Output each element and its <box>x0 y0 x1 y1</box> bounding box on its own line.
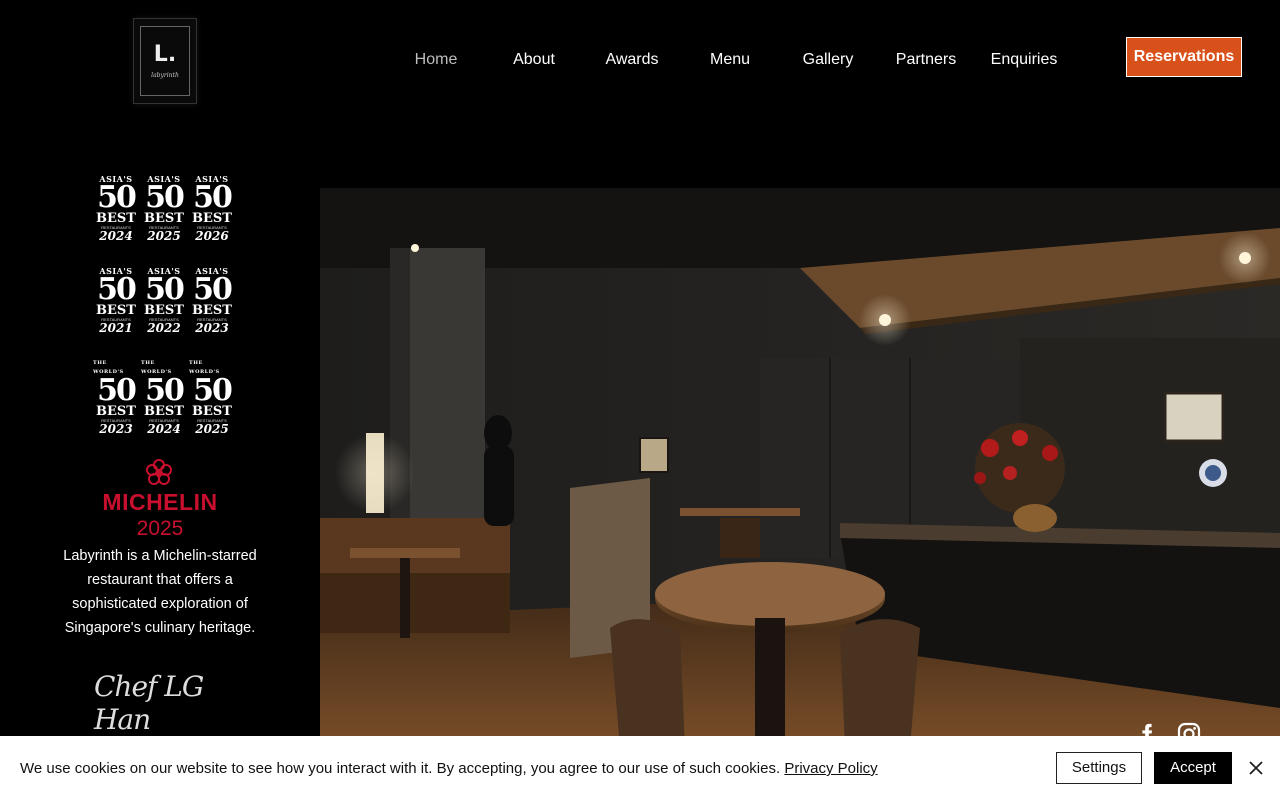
privacy-policy-link[interactable]: Privacy Policy <box>784 760 877 777</box>
award-year: 2023 <box>99 422 133 436</box>
award-number: 50 <box>97 180 137 215</box>
award-badge: ASIA'S 50 BEST RESTAURANTS 2022 <box>141 267 187 355</box>
award-year: 2025 <box>147 229 181 243</box>
award-number: 50 <box>193 373 233 408</box>
award-number: 50 <box>193 272 233 307</box>
award-best: BEST <box>192 404 232 419</box>
nav-home[interactable]: Home <box>387 47 485 73</box>
award-best: BEST <box>192 303 232 318</box>
reservations-button[interactable]: Reservations <box>1126 37 1242 77</box>
nav-enquiries[interactable]: Enquiries <box>975 47 1073 73</box>
award-year: 2021 <box>99 321 133 335</box>
awards-badges: ASIA'S 50 BEST RESTAURANTS 2024 ASIA'S 5… <box>93 175 235 447</box>
logo-mark: L. <box>153 41 177 67</box>
main-nav: Home About Awards Menu Gallery Partners … <box>387 47 1073 73</box>
close-icon[interactable] <box>1246 758 1266 778</box>
award-badge: ASIA'S 50 BEST RESTAURANTS 2025 <box>141 175 187 263</box>
chef-signature: Chef LG Han <box>94 670 204 736</box>
cookie-message: We use cookies on our website to see how… <box>20 760 878 777</box>
award-year: 2022 <box>147 321 181 335</box>
award-badge: ASIA'S 50 BEST RESTAURANTS 2023 <box>189 267 235 355</box>
nav-partners[interactable]: Partners <box>877 47 975 73</box>
michelin-star-icon <box>146 459 172 485</box>
nav-awards[interactable]: Awards <box>583 47 681 73</box>
award-number: 50 <box>145 373 185 408</box>
award-badge: THE WORLD'S 50 BEST RESTAURANTS 2025 <box>189 359 235 447</box>
restaurant-interior-image <box>320 188 1280 748</box>
award-badge: ASIA'S 50 BEST RESTAURANTS 2024 <box>93 175 139 263</box>
award-year: 2025 <box>195 422 229 436</box>
award-year: 2024 <box>147 422 181 436</box>
award-number: 50 <box>145 180 185 215</box>
award-best: BEST <box>96 211 136 226</box>
cookie-accept-button[interactable]: Accept <box>1154 752 1232 784</box>
award-best: BEST <box>96 404 136 419</box>
award-year: 2026 <box>195 229 229 243</box>
cookie-text: We use cookies on our website to see how… <box>20 760 781 777</box>
award-best: BEST <box>144 404 184 419</box>
award-badge: ASIA'S 50 BEST RESTAURANTS 2026 <box>189 175 235 263</box>
logo-frame: L. labyrinth <box>140 26 190 96</box>
award-number: 50 <box>193 180 233 215</box>
award-badge: THE WORLD'S 50 BEST RESTAURANTS 2023 <box>93 359 139 447</box>
nav-menu[interactable]: Menu <box>681 47 779 73</box>
award-number: 50 <box>97 272 137 307</box>
cookie-settings-button[interactable]: Settings <box>1056 752 1142 784</box>
interior-illustration <box>320 188 1280 748</box>
award-badge: ASIA'S 50 BEST RESTAURANTS 2021 <box>93 267 139 355</box>
award-best: BEST <box>192 211 232 226</box>
cookie-banner: We use cookies on our website to see how… <box>0 736 1280 800</box>
michelin-year: 2025 <box>136 517 184 540</box>
award-number: 50 <box>97 373 137 408</box>
award-best: BEST <box>144 211 184 226</box>
award-best: BEST <box>144 303 184 318</box>
nav-about[interactable]: About <box>485 47 583 73</box>
site-logo[interactable]: L. labyrinth <box>133 18 197 104</box>
award-year: 2024 <box>99 229 133 243</box>
restaurant-description: Labyrinth is a Michelin-starred restaura… <box>63 548 257 636</box>
award-badge: THE WORLD'S 50 BEST RESTAURANTS 2024 <box>141 359 187 447</box>
award-number: 50 <box>145 272 185 307</box>
nav-gallery[interactable]: Gallery <box>779 47 877 73</box>
logo-script: labyrinth <box>151 71 179 79</box>
award-year: 2023 <box>195 321 229 335</box>
award-best: BEST <box>96 303 136 318</box>
michelin-label: MICHELIN <box>102 489 218 515</box>
